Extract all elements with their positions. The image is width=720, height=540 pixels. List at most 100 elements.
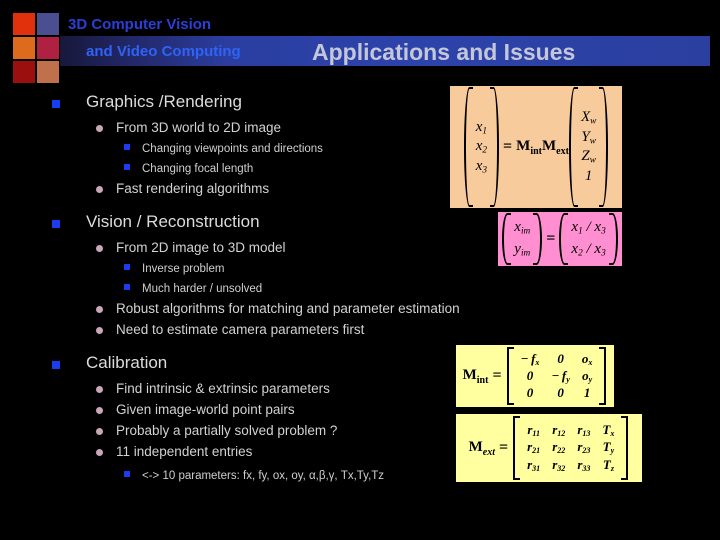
intrinsic-matrix-table: − fx 0 ox 0 − fy oy 0 0 1 <box>515 351 599 401</box>
bullet-text: From 2D image to 3D model <box>116 240 286 255</box>
left-paren <box>463 87 473 207</box>
cell-1-2: r23 <box>577 439 591 456</box>
cell-2-1: r32 <box>552 456 566 473</box>
matrix-row: r21 r22 r23 Ty <box>521 439 620 456</box>
bullet-text: Fast rendering algorithms <box>116 181 270 196</box>
round-bullet-icon <box>96 327 103 334</box>
cell-0-3: Tx <box>602 422 615 439</box>
intrinsic-matrix-box: Mint = − fx 0 ox 0 − fy oy 0 0 1 <box>456 345 614 407</box>
logo-square-3 <box>13 37 35 59</box>
bullet-much-harder-unsolved: Much harder / unsolved <box>0 279 460 297</box>
matrix-row: − fx 0 ox <box>515 351 599 368</box>
m-int-label: Mint <box>462 366 489 386</box>
bullet-need-to-estimate-camera-parameters: Need to estimate camera parameters first <box>0 321 460 339</box>
cell-2-3: Tz <box>602 456 614 473</box>
cell-0-0: − fx <box>520 350 540 367</box>
logo-squares <box>13 13 61 83</box>
cell-0-1: 0 <box>557 351 564 367</box>
logo-square-1 <box>13 13 35 35</box>
bullet-given-image-world-point-pairs: Given image-world point pairs <box>0 401 460 419</box>
bullet-text: Robust algorithms for matching and param… <box>116 301 460 316</box>
cell-2-0: 0 <box>526 384 534 400</box>
equals-sign: = <box>498 439 509 456</box>
logo-square-4 <box>37 37 59 59</box>
round-bullet-icon <box>96 125 103 132</box>
cell-2-1: 0 <box>557 384 564 400</box>
matrix-row: 0 − fy oy <box>515 368 599 385</box>
round-bullet-icon <box>96 245 103 252</box>
bullet-fast-rendering-algorithms: Fast rendering algorithms <box>0 180 460 198</box>
equals-sign: = <box>503 138 513 155</box>
image-coordinate-equation-box: xim yim = x1 / x3 x2 / x3 <box>498 212 622 266</box>
cell-1-3: Ty <box>602 439 615 456</box>
square-bullet-icon <box>52 220 60 228</box>
cell-0-2: ox <box>581 350 593 367</box>
image-point-vector: x1 x2 x3 <box>475 118 488 176</box>
bullet-text: Changing focal length <box>142 163 254 175</box>
bullet-text: Probably a partially solved problem ? <box>116 423 338 438</box>
section-title: Vision / Reconstruction <box>86 212 260 231</box>
bullet-find-intrinsic-extrinsic: Find intrinsic & extrinsic parameters <box>0 380 460 398</box>
round-bullet-icon <box>96 428 103 435</box>
bullet-10-parameters: <-> 10 parameters: fx, fy, ox, oy, α,β,γ… <box>0 466 460 484</box>
cell-1-1: − fy <box>551 367 570 384</box>
bullet-changing-viewpoints: Changing viewpoints and directions <box>0 139 460 157</box>
bullet-11-independent-entries: 11 independent entries <box>0 443 460 461</box>
logo-square-6 <box>37 61 59 83</box>
logo-square-5 <box>13 61 35 83</box>
cell-1-0: 0 <box>526 368 534 384</box>
bullet-text: Find intrinsic & extrinsic parameters <box>116 381 330 396</box>
bullet-robust-algorithms: Robust algorithms for matching and param… <box>0 300 460 318</box>
matrix-row: 0 0 1 <box>515 385 599 401</box>
bullet-text: Given image-world point pairs <box>116 402 295 417</box>
small-square-bullet-icon <box>124 471 130 477</box>
bullet-text: <-> 10 parameters: fx, fy, ox, oy, α,β,γ… <box>142 470 385 482</box>
right-paren <box>533 213 543 265</box>
bullet-text: Much harder / unsolved <box>142 283 263 295</box>
cell-0-1: r12 <box>552 422 566 439</box>
small-square-bullet-icon <box>124 164 130 170</box>
bullet-partially-solved-problem: Probably a partially solved problem ? <box>0 422 460 440</box>
bullet-text: 11 independent entries <box>116 444 253 459</box>
bullet-from-3d-world-to-2d-image: From 3D world to 2D image <box>0 119 460 137</box>
section-title: Calibration <box>86 353 168 372</box>
slide-content: Graphics /Rendering From 3D world to 2D … <box>0 92 460 484</box>
cell-0-2: r13 <box>577 422 591 439</box>
bullet-inverse-problem: Inverse problem <box>0 259 460 277</box>
section-heading-vision: Vision / Reconstruction <box>0 212 460 232</box>
square-bullet-icon <box>52 361 60 369</box>
right-paren <box>599 87 609 207</box>
left-paren <box>502 213 512 265</box>
right-bracket <box>599 347 607 405</box>
round-bullet-icon <box>96 386 103 393</box>
right-bracket <box>621 416 629 480</box>
section-heading-graphics: Graphics /Rendering <box>0 92 460 112</box>
round-bullet-icon <box>96 407 103 414</box>
right-paren <box>608 213 618 265</box>
bullet-text: Inverse problem <box>142 263 225 275</box>
slide-title: Applications and Issues <box>312 39 576 65</box>
slide-header: 3D Computer Vision and Video Computing A… <box>0 0 720 92</box>
cell-0-0: r11 <box>527 422 540 439</box>
square-bullet-icon <box>52 100 60 108</box>
bullet-text: From 3D world to 2D image <box>116 120 282 135</box>
small-square-bullet-icon <box>124 284 130 290</box>
equals-sign: = <box>492 367 502 384</box>
m-ext-label: Mext <box>468 438 495 458</box>
right-paren <box>490 87 500 207</box>
m-int-m-ext-label: MintMext <box>516 137 569 157</box>
round-bullet-icon <box>96 186 103 193</box>
matrix-row: r31 r32 r33 Tz <box>521 457 620 474</box>
projection-equation-box: x1 x2 x3 = MintMext Xw Yw Zw 1 <box>450 86 622 208</box>
round-bullet-icon <box>96 449 103 456</box>
equals-sign: = <box>546 230 556 247</box>
matrix-row: r11 r12 r13 Tx <box>521 422 620 439</box>
logo-square-2 <box>37 13 59 35</box>
left-bracket <box>506 347 514 405</box>
bullet-from-2d-image-to-3d-model: From 2D image to 3D model <box>0 239 460 257</box>
extrinsic-matrix-table: r11 r12 r13 Tx r21 r22 r23 Ty r31 r32 r3… <box>521 422 620 473</box>
small-square-bullet-icon <box>124 264 130 270</box>
extrinsic-matrix-box: Mext = r11 r12 r13 Tx r21 r22 r23 Ty r31… <box>456 414 642 482</box>
cell-1-2: oy <box>582 367 593 384</box>
course-title-line1: 3D Computer Vision <box>68 16 212 33</box>
